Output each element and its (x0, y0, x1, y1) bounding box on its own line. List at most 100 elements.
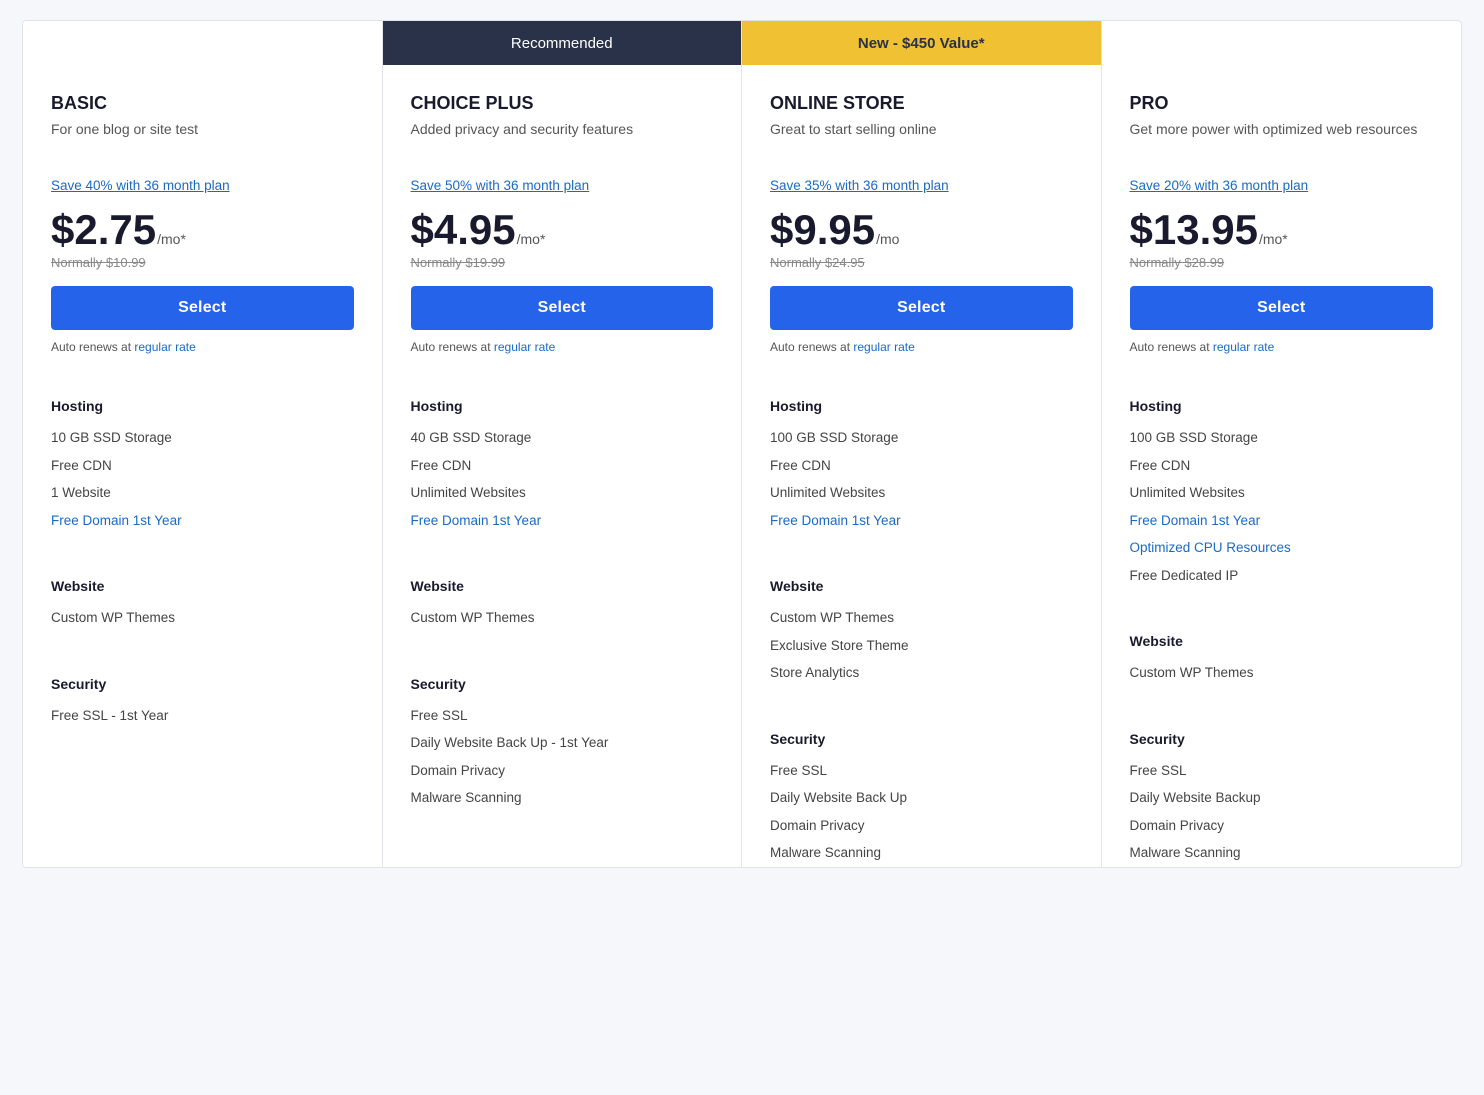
price-main: $9.95 (770, 209, 875, 251)
hosting-feature: Unlimited Websites (1130, 479, 1434, 507)
price-block: $13.95 /mo* (1130, 209, 1434, 251)
plan-desc: Get more power with optimized web resour… (1130, 120, 1434, 160)
plan-col-choice-plus: Recommended CHOICE PLUS Added privacy an… (383, 21, 743, 867)
security-feature: Malware Scanning (770, 839, 1073, 867)
plan-col-online-store: New - $450 Value* ONLINE STORE Great to … (742, 21, 1102, 867)
price-period: /mo* (517, 231, 546, 247)
hosting-section: Hosting 100 GB SSD StorageFree CDNUnlimi… (742, 354, 1101, 534)
security-feature: Daily Website Backup (1130, 784, 1434, 812)
regular-rate-link[interactable]: regular rate (494, 340, 555, 354)
hosting-feature: 40 GB SSD Storage (411, 424, 714, 452)
hosting-feature: Free Domain 1st Year (411, 507, 714, 535)
security-feature: Free SSL (1130, 757, 1434, 785)
select-button[interactable]: Select (770, 286, 1073, 330)
save-link[interactable]: Save 40% with 36 month plan (51, 178, 230, 193)
website-feature: Custom WP Themes (770, 604, 1073, 632)
price-main: $4.95 (411, 209, 516, 251)
regular-rate-link[interactable]: regular rate (1213, 340, 1274, 354)
save-link[interactable]: Save 35% with 36 month plan (770, 178, 949, 193)
price-block: $9.95 /mo (770, 209, 1073, 251)
plan-desc: Great to start selling online (770, 120, 1073, 160)
price-block: $2.75 /mo* (51, 209, 354, 251)
pricing-table: BASIC For one blog or site test Save 40%… (22, 20, 1462, 868)
hosting-feature: Unlimited Websites (770, 479, 1073, 507)
price-block: $4.95 /mo* (411, 209, 714, 251)
security-title: Security (51, 676, 354, 692)
hosting-section: Hosting 40 GB SSD StorageFree CDNUnlimit… (383, 354, 742, 534)
plan-badge-online-store: New - $450 Value* (742, 21, 1101, 65)
hosting-feature: Free Dedicated IP (1130, 562, 1434, 590)
plans-grid: BASIC For one blog or site test Save 40%… (23, 21, 1461, 867)
auto-renews: Auto renews at regular rate (411, 340, 714, 354)
price-period: /mo* (157, 231, 186, 247)
website-title: Website (51, 578, 354, 594)
plan-name: PRO (1130, 93, 1434, 114)
website-feature: Custom WP Themes (1130, 659, 1434, 687)
security-section: Security Free SSLDaily Website Back Up -… (383, 632, 742, 812)
hosting-feature: Free Domain 1st Year (770, 507, 1073, 535)
hosting-feature: Unlimited Websites (411, 479, 714, 507)
hosting-feature: Free CDN (770, 452, 1073, 480)
hosting-feature: 100 GB SSD Storage (770, 424, 1073, 452)
plan-badge-empty-pro (1102, 21, 1462, 65)
price-normally: Normally $24.95 (770, 255, 1073, 270)
plan-desc: For one blog or site test (51, 120, 354, 160)
price-normally: Normally $28.99 (1130, 255, 1434, 270)
price-normally: Normally $19.99 (411, 255, 714, 270)
plan-header-basic: BASIC For one blog or site test Save 40%… (23, 65, 382, 354)
security-section: Security Free SSL - 1st Year (23, 632, 382, 730)
plan-desc: Added privacy and security features (411, 120, 714, 160)
website-title: Website (770, 578, 1073, 594)
price-normally: Normally $10.99 (51, 255, 354, 270)
price-main: $2.75 (51, 209, 156, 251)
hosting-feature: Free CDN (1130, 452, 1434, 480)
plan-name: CHOICE PLUS (411, 93, 714, 114)
hosting-section: Hosting 100 GB SSD StorageFree CDNUnlimi… (1102, 354, 1462, 589)
website-section: Website Custom WP Themes (383, 534, 742, 632)
hosting-feature: Free CDN (51, 452, 354, 480)
plan-badge-choice-plus: Recommended (383, 21, 742, 65)
select-button[interactable]: Select (411, 286, 714, 330)
security-feature: Free SSL (770, 757, 1073, 785)
hosting-feature: Free Domain 1st Year (1130, 507, 1434, 535)
security-feature: Daily Website Back Up - 1st Year (411, 729, 714, 757)
hosting-feature: Optimized CPU Resources (1130, 534, 1434, 562)
plan-header-online-store: ONLINE STORE Great to start selling onli… (742, 65, 1101, 354)
website-title: Website (1130, 633, 1434, 649)
website-title: Website (411, 578, 714, 594)
regular-rate-link[interactable]: regular rate (853, 340, 914, 354)
save-link[interactable]: Save 20% with 36 month plan (1130, 178, 1309, 193)
hosting-feature: Free CDN (411, 452, 714, 480)
regular-rate-link[interactable]: regular rate (134, 340, 195, 354)
security-feature: Free SSL - 1st Year (51, 702, 354, 730)
security-feature: Malware Scanning (1130, 839, 1434, 867)
security-feature: Daily Website Back Up (770, 784, 1073, 812)
hosting-section: Hosting 10 GB SSD StorageFree CDN1 Websi… (23, 354, 382, 534)
security-feature: Domain Privacy (770, 812, 1073, 840)
security-section: Security Free SSLDaily Website BackupDom… (1102, 687, 1462, 867)
price-period: /mo* (1259, 231, 1288, 247)
website-feature: Custom WP Themes (51, 604, 354, 632)
hosting-title: Hosting (1130, 398, 1434, 414)
website-feature: Exclusive Store Theme (770, 632, 1073, 660)
security-title: Security (1130, 731, 1434, 747)
plan-header-pro: PRO Get more power with optimized web re… (1102, 65, 1462, 354)
select-button[interactable]: Select (1130, 286, 1434, 330)
plan-col-pro: PRO Get more power with optimized web re… (1102, 21, 1462, 867)
website-section: Website Custom WP ThemesExclusive Store … (742, 534, 1101, 687)
select-button[interactable]: Select (51, 286, 354, 330)
security-feature: Malware Scanning (411, 784, 714, 812)
hosting-title: Hosting (770, 398, 1073, 414)
plan-name: ONLINE STORE (770, 93, 1073, 114)
price-period: /mo (876, 231, 899, 247)
hosting-title: Hosting (411, 398, 714, 414)
security-title: Security (770, 731, 1073, 747)
plan-name: BASIC (51, 93, 354, 114)
website-feature: Store Analytics (770, 659, 1073, 687)
security-title: Security (411, 676, 714, 692)
price-main: $13.95 (1130, 209, 1258, 251)
website-feature: Custom WP Themes (411, 604, 714, 632)
security-section: Security Free SSLDaily Website Back UpDo… (742, 687, 1101, 867)
save-link[interactable]: Save 50% with 36 month plan (411, 178, 590, 193)
website-section: Website Custom WP Themes (1102, 589, 1462, 687)
